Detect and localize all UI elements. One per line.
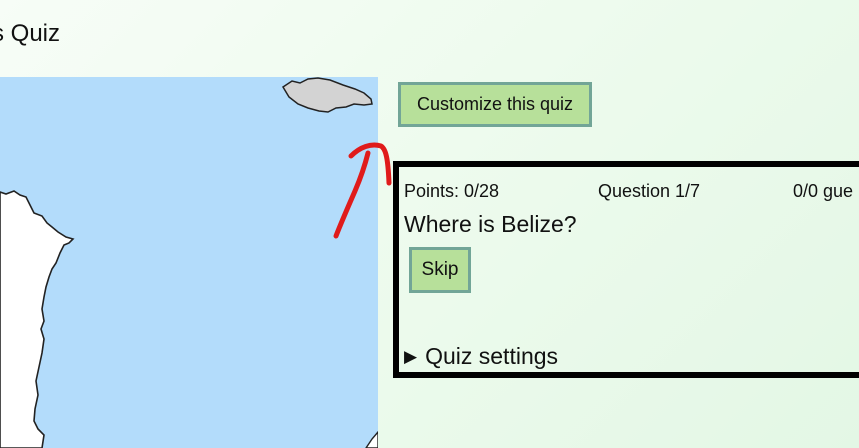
skip-button[interactable]: Skip (409, 247, 471, 293)
quiz-settings-toggle[interactable]: ▶ Quiz settings (404, 343, 558, 370)
triangle-right-icon: ▶ (404, 347, 418, 366)
map-mainland[interactable] (0, 190, 75, 448)
customize-quiz-button[interactable]: Customize this quiz (398, 82, 592, 127)
map-island[interactable] (281, 77, 373, 113)
quiz-settings-label: Quiz settings (425, 343, 559, 369)
page-title: s Quiz (0, 20, 61, 47)
question-counter: Question 1/7 (598, 181, 701, 201)
map-coast-bottom-right[interactable] (365, 430, 378, 448)
points-counter: Points: 0/28 (404, 181, 500, 201)
map-svg[interactable] (0, 77, 378, 448)
quiz-panel: Points: 0/28 Question 1/7 0/0 gue Where … (393, 161, 859, 378)
red-arrow-icon (333, 142, 392, 239)
map-panel[interactable] (0, 77, 378, 448)
question-prompt: Where is Belize? (404, 211, 577, 237)
guesses-counter: 0/0 gue (793, 181, 854, 201)
